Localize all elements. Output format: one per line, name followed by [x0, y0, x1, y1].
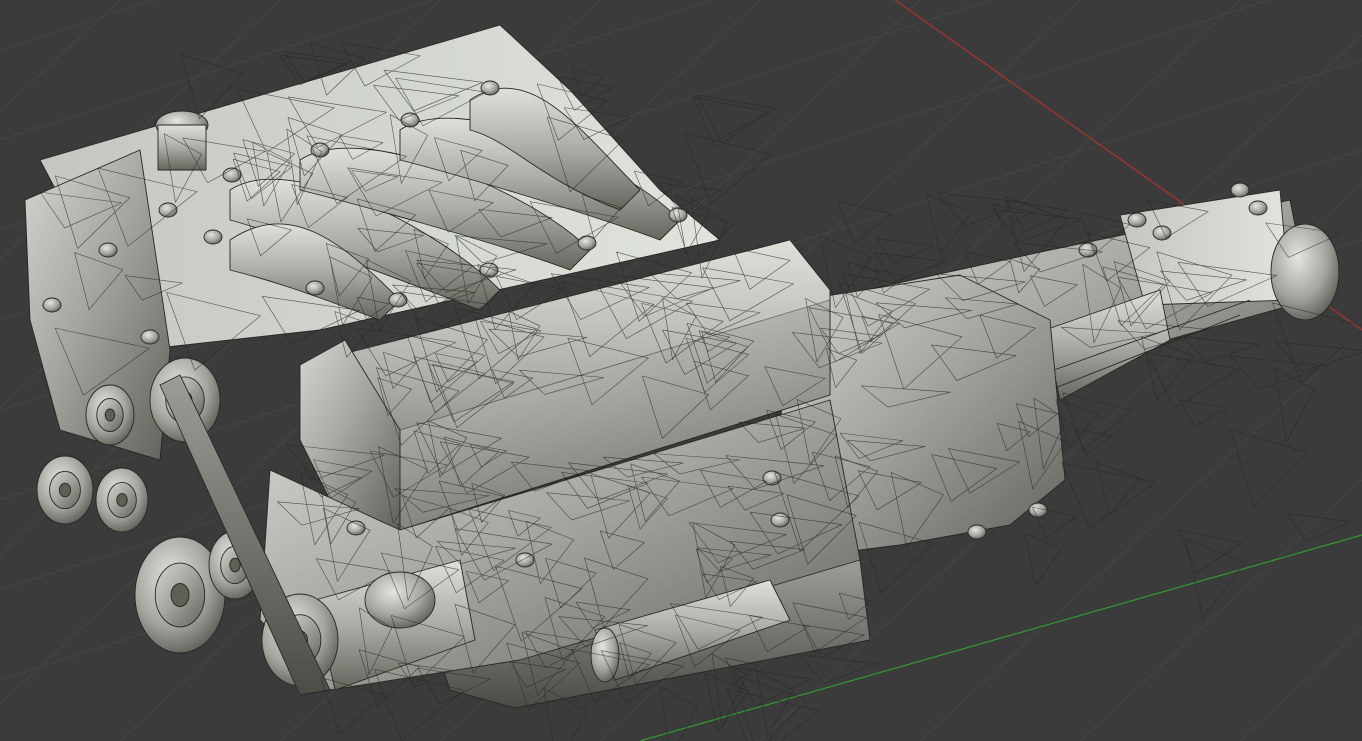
pulley-center [229, 557, 241, 573]
bolt-head [98, 242, 118, 258]
mesh-triangle [1146, 352, 1240, 409]
mesh-triangle [1024, 533, 1062, 585]
bolt-head [1248, 200, 1268, 216]
rear-cover[interactable] [1270, 223, 1340, 321]
3d-viewport[interactable] [0, 0, 1362, 741]
bolt-head [1127, 212, 1147, 228]
mesh-triangle [992, 204, 1032, 230]
bolt-head [967, 524, 987, 540]
bolt-head [1028, 502, 1048, 518]
mesh-triangle [837, 200, 892, 245]
bolt-head [1230, 182, 1250, 198]
bolt-head [480, 80, 500, 96]
mesh-triangle [1184, 538, 1245, 619]
mesh-triangle [926, 194, 973, 255]
pulley-center [58, 482, 72, 498]
bolt-head [1152, 225, 1172, 241]
mesh-triangle [1179, 399, 1229, 427]
pulley-center [170, 582, 190, 608]
mesh-triangle [1229, 355, 1329, 390]
pulley-center [116, 493, 128, 507]
bolt-head [577, 235, 597, 251]
mesh-triangle [1095, 462, 1142, 515]
grid-line [0, 0, 157, 51]
mesh-triangle [936, 192, 1030, 227]
bolt-head [203, 229, 223, 245]
mesh-triangle [1230, 429, 1309, 508]
grid-line [1239, 627, 1362, 741]
mesh-triangle [1177, 529, 1243, 574]
pulley-center [104, 408, 116, 422]
bolt-head [346, 520, 366, 536]
mesh-triangle [684, 132, 771, 206]
mesh-triangle [1274, 367, 1315, 443]
engine-model[interactable] [24, 24, 1362, 741]
mesh-triangle [659, 686, 698, 741]
bolt-head [305, 280, 325, 296]
mesh-triangle [1061, 462, 1157, 529]
mesh-triangle [1287, 513, 1351, 542]
mesh-triangle [732, 667, 812, 707]
mesh-triangle [800, 654, 877, 684]
bolt-head [140, 329, 160, 345]
bolt-head [388, 292, 408, 308]
mesh-triangle [1062, 392, 1132, 451]
viewport-canvas[interactable] [0, 0, 1362, 741]
mesh-triangle [692, 96, 770, 149]
bolt-head [400, 112, 420, 128]
bolt-head [42, 297, 62, 313]
